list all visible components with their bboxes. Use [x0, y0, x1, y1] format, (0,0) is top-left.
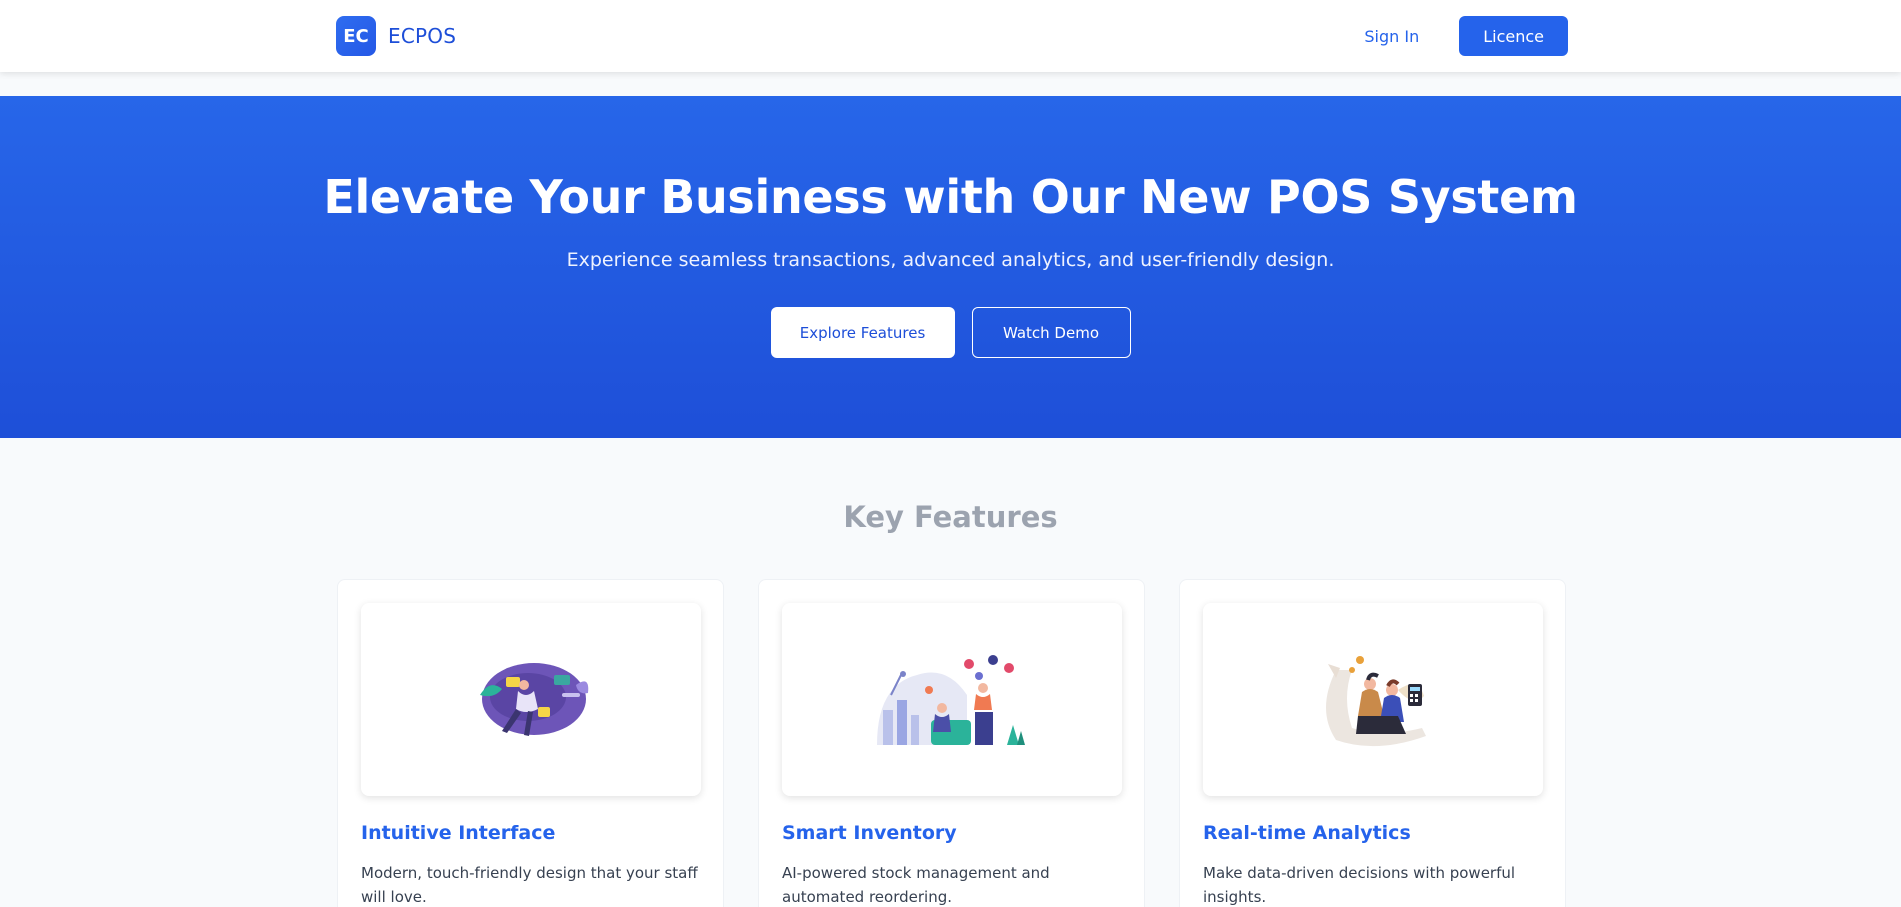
feature-card-real-time-analytics: Real-time Analytics Make data-driven dec…: [1179, 579, 1566, 907]
feature-card-intuitive-interface: Intuitive Interface Modern, touch-friend…: [337, 579, 724, 907]
feature-title: Smart Inventory: [782, 822, 957, 844]
analytics-people-illustration: [1203, 603, 1543, 796]
navbar-container: EC ECPOS Sign In Licence: [336, 0, 1568, 72]
feature-title: Intuitive Interface: [361, 822, 556, 844]
brand[interactable]: EC ECPOS: [336, 16, 456, 56]
sign-in-link[interactable]: Sign In: [1364, 27, 1419, 46]
brand-name[interactable]: ECPOS: [388, 24, 456, 48]
logo-text: EC: [343, 25, 369, 47]
hero-section: Elevate Your Business with Our New POS S…: [0, 96, 1901, 438]
person-floating-illustration: [361, 603, 701, 796]
licence-button[interactable]: Licence: [1459, 16, 1568, 56]
explore-features-button[interactable]: Explore Features: [770, 307, 955, 358]
hero-actions: Explore Features Watch Demo: [0, 307, 1901, 358]
feature-description: Make data-driven decisions with powerful…: [1203, 864, 1516, 906]
top-navbar: EC ECPOS Sign In Licence: [0, 0, 1901, 72]
feature-title: Real-time Analytics: [1203, 822, 1411, 844]
feature-card-smart-inventory: Smart Inventory AI-powered stock managem…: [758, 579, 1145, 907]
watch-demo-button[interactable]: Watch Demo: [971, 307, 1131, 358]
hero-title: Elevate Your Business with Our New POS S…: [323, 170, 1578, 224]
feature-description: AI-powered stock management and automate…: [782, 864, 1050, 906]
nav-actions: Sign In Licence: [1364, 16, 1568, 56]
team-inventory-illustration: [782, 603, 1122, 796]
feature-description: Modern, touch-friendly design that your …: [361, 864, 698, 906]
features-heading: Key Features: [843, 500, 1058, 534]
hero-subtitle: Experience seamless transactions, advanc…: [566, 249, 1335, 271]
features-grid: Intuitive Interface Modern, touch-friend…: [337, 579, 1567, 907]
logo-icon[interactable]: EC: [336, 16, 376, 56]
